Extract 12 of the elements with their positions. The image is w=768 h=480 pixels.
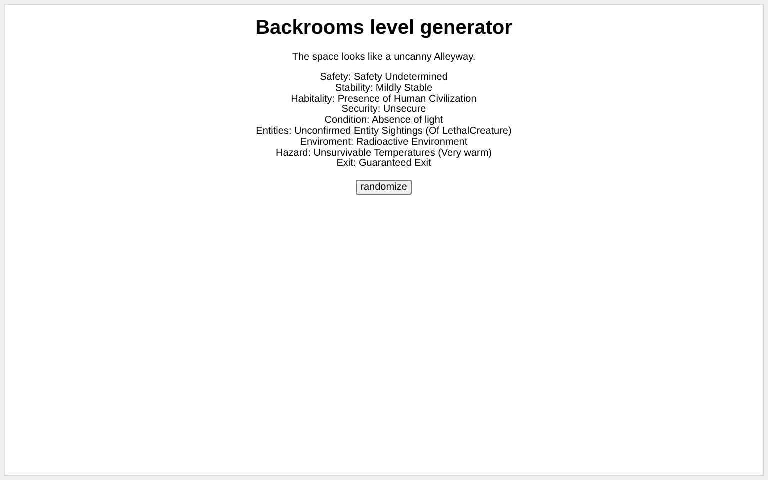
attribute-line: Habitality: Presence of Human Civilization xyxy=(291,94,477,105)
attribute-line: Exit: Guaranteed Exit xyxy=(336,159,432,170)
attribute-line: Enviroment: Radioactive Environment xyxy=(300,138,468,148)
page-title: Backrooms level generator xyxy=(256,17,512,40)
attribute-line: Security: Unsecure xyxy=(342,105,426,116)
attribute-line: Entities: Unconfirmed Entity Sightings (Of LethalCreature) xyxy=(256,126,512,138)
attribute-line: Hazard: Unsurvivable Temperatures (Very warm) xyxy=(276,148,492,159)
attribute-line: Stability: Mildly Stable xyxy=(335,84,433,94)
attribute-line: Safety: Safety Undetermined xyxy=(320,73,448,84)
randomize-button[interactable]: randomize xyxy=(356,180,412,196)
description-text: The space looks like a uncanny Alleyway. xyxy=(292,52,476,63)
attribute-line: Condition: Absence of light xyxy=(324,116,444,126)
